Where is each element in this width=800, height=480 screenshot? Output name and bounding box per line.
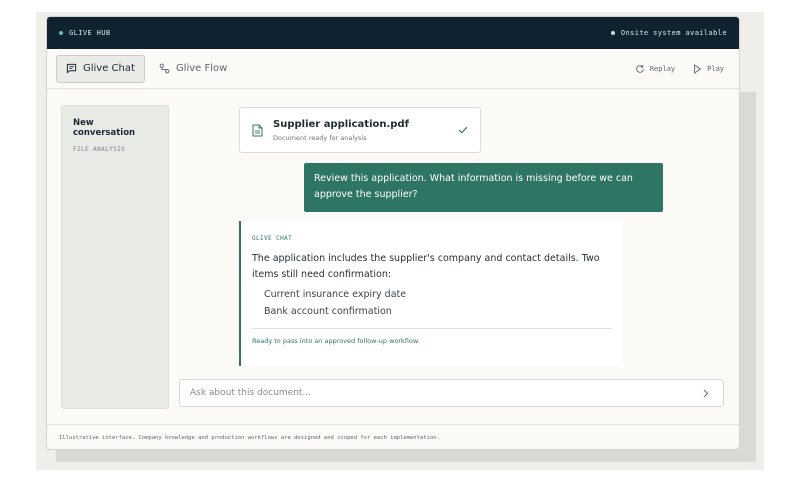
status-label: Onsite system available: [620, 29, 727, 37]
conversation-sidebar: New conversation FILE ANALYSIS: [61, 105, 169, 409]
disclaimer-text: Illustrative interface. Company knowledg…: [59, 435, 440, 441]
top-bar: GLIVE HUB Onsite system available: [47, 17, 739, 49]
sidebar-item-new-conversation[interactable]: New conversation FILE ANALYSIS: [73, 118, 157, 153]
assistant-footer: Ready to pass into an approved follow-up…: [252, 337, 420, 345]
system-status: Onsite system available: [610, 29, 727, 37]
assistant-message: GLIVE CHAT The application includes the …: [239, 221, 622, 366]
tab-glive-chat[interactable]: Glive Chat: [56, 54, 145, 83]
play-label: Play: [707, 64, 724, 73]
playback-controls: Replay Play: [635, 63, 730, 74]
list-item: Current insurance expiry date: [264, 289, 407, 300]
disclaimer-footer: Illustrative interface. Company knowledg…: [47, 424, 739, 449]
divider: [252, 328, 612, 329]
replay-button[interactable]: Replay: [635, 64, 675, 74]
brand-label: GLIVE HUB: [69, 29, 111, 37]
file-attachment-card[interactable]: Supplier application.pdf Document ready …: [239, 107, 481, 153]
document-icon: [252, 124, 263, 137]
tab-label: Glive Flow: [175, 63, 228, 74]
play-button[interactable]: Play: [693, 63, 724, 74]
tab-label: Glive Chat: [83, 63, 135, 74]
replay-icon: [635, 64, 645, 74]
play-icon: [693, 63, 702, 74]
list-item: Bank account confirmation: [264, 306, 392, 317]
status-dot-icon: [610, 31, 615, 35]
missing-items-list: Current insurance expiry date Bank accou…: [252, 286, 612, 320]
conversation-subtitle: FILE ANALYSIS: [73, 146, 126, 153]
replay-label: Replay: [649, 64, 676, 73]
tab-glive-flow[interactable]: Glive Flow: [149, 55, 237, 83]
assistant-label: GLIVE CHAT: [252, 235, 293, 242]
chevron-right-icon: [703, 389, 709, 398]
file-name: Supplier application.pdf: [273, 118, 409, 130]
send-button[interactable]: [699, 386, 713, 400]
app-window: GLIVE HUB Onsite system available Glive …: [46, 16, 740, 450]
brand: GLIVE HUB: [59, 29, 111, 37]
message-input[interactable]: [190, 388, 699, 398]
flow-icon: [159, 63, 170, 74]
chat-input-bar: [179, 379, 724, 407]
chat-icon: [66, 63, 77, 74]
check-icon: [458, 126, 468, 134]
brand-dot-icon: [59, 31, 63, 35]
conversation-title: New conversation: [73, 118, 136, 138]
assistant-body: The application includes the supplier's …: [252, 253, 600, 280]
file-status: Document ready for analysis: [273, 133, 367, 142]
toolbar: Glive Chat Glive Flow Replay Play: [47, 49, 739, 89]
user-message: Review this application. What informatio…: [304, 163, 663, 212]
